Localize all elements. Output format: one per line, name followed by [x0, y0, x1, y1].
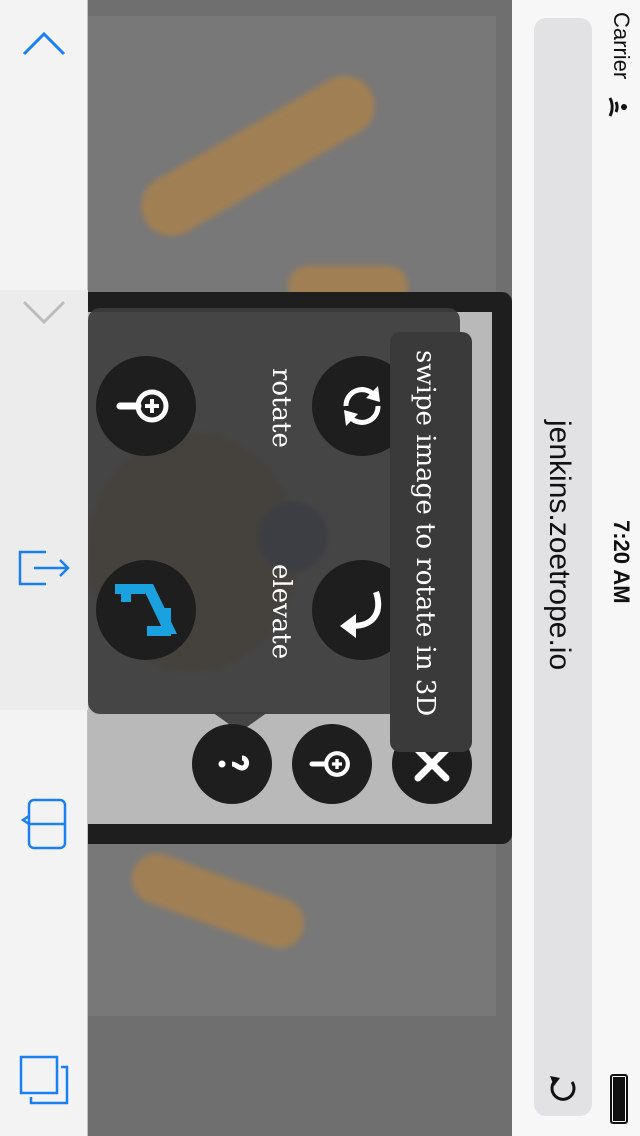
book-icon	[20, 798, 67, 850]
find-panel	[0, 290, 88, 710]
share-button[interactable]	[14, 538, 74, 598]
toy-leg	[124, 846, 312, 956]
help-button[interactable]	[192, 724, 272, 804]
find-previous-button[interactable]	[14, 14, 74, 74]
wifi-icon	[606, 94, 632, 125]
toy-tail	[130, 65, 386, 247]
find-next-button[interactable]	[14, 282, 74, 342]
tabs-icon	[19, 1055, 69, 1105]
rotate-label: rotate	[266, 368, 296, 448]
elevate-arrow-icon	[340, 591, 382, 638]
rotate-arrows-icon	[343, 386, 381, 426]
status-time: 7:20 AM	[609, 520, 634, 604]
tooltip-text: swipe image to rotate in 3D	[410, 350, 440, 717]
chevron-up-icon	[22, 31, 66, 56]
url-text[interactable]: jenkins.zoetrope.io	[542, 420, 576, 670]
zoom-button[interactable]	[292, 724, 372, 804]
status-carrier: Carrier	[609, 12, 634, 80]
zoom-help-icon	[96, 356, 196, 456]
elevate-label: elevate	[266, 564, 296, 660]
zoetrope-logo	[96, 560, 196, 660]
swipe-tooltip: swipe image to rotate in 3D	[390, 332, 472, 752]
browser-address-area: jenkins.zoetrope.io Carrier 7:20 AM	[512, 0, 640, 1136]
reload-button[interactable]	[546, 1072, 580, 1111]
zoom-in-icon	[116, 389, 169, 423]
battery-icon	[610, 1074, 628, 1124]
browser-toolbar	[0, 0, 88, 1136]
zoetrope-logo-icon	[115, 584, 177, 636]
question-icon	[218, 755, 249, 771]
chevron-down-icon	[22, 300, 66, 325]
tabs-button[interactable]	[14, 1050, 74, 1110]
zoom-in-icon	[309, 751, 350, 777]
reload-icon	[550, 1076, 576, 1101]
share-icon	[18, 550, 70, 586]
bookmarks-button[interactable]	[14, 794, 74, 854]
